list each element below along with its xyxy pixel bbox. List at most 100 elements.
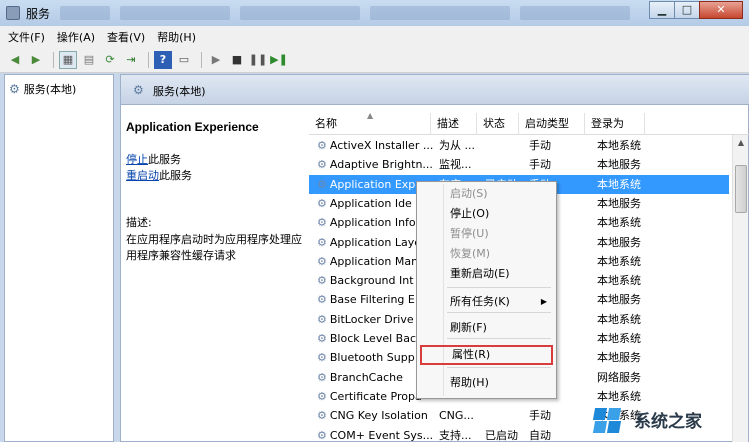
service-name: BranchCache bbox=[329, 370, 403, 384]
service-logon-as: 本地系统 bbox=[597, 274, 641, 288]
service-name-cell: ⚙ Adaptive Brightn... bbox=[317, 155, 437, 174]
service-name: COM+ Event Sys... bbox=[329, 428, 434, 442]
menu-separator bbox=[447, 338, 551, 339]
service-gear-icon: ⚙ bbox=[317, 293, 327, 307]
refresh-icon[interactable]: ⟳ bbox=[101, 51, 119, 69]
context-menu-item[interactable]: 启动(S) bbox=[420, 184, 553, 204]
restart-service-link[interactable]: 重启动 bbox=[126, 169, 159, 182]
context-menu-item[interactable]: 暂停(U) bbox=[420, 224, 553, 244]
menu-view[interactable]: 查看(V) bbox=[107, 29, 145, 45]
service-gear-icon: ⚙ bbox=[317, 409, 327, 423]
back-arrow-icon[interactable]: ◀ bbox=[6, 51, 24, 69]
maximize-button[interactable]: □ bbox=[674, 1, 700, 19]
service-gear-icon: ⚙ bbox=[317, 158, 327, 172]
table-row[interactable]: ⚙ Adaptive Brightn... 监视... 手动 本地服务 bbox=[309, 155, 729, 174]
context-menu-item[interactable]: 帮助(H) bbox=[420, 373, 553, 393]
blurred-taskbar-area bbox=[520, 6, 630, 20]
context-menu-item[interactable]: 属性(R) bbox=[420, 345, 553, 365]
service-name-cell: ⚙ CNG Key Isolation bbox=[317, 406, 437, 425]
menu-separator bbox=[447, 312, 551, 313]
tree-item-services-local[interactable]: ⚙ 服务(本地) bbox=[9, 81, 76, 97]
service-gear-icon: ⚙ bbox=[317, 216, 327, 230]
service-gear-icon: ⚙ bbox=[317, 254, 327, 268]
show-console-tree-icon[interactable]: ▦ bbox=[59, 50, 77, 69]
service-name-cell: ⚙ ActiveX Installer ... bbox=[317, 136, 437, 155]
service-name: Adaptive Brightn... bbox=[329, 158, 433, 172]
console-tree: ⚙ 服务(本地) bbox=[4, 74, 114, 442]
context-menu-item[interactable]: 停止(O) bbox=[420, 204, 553, 224]
start-icon[interactable]: ▶ bbox=[207, 51, 225, 69]
stop-icon[interactable]: ■ bbox=[228, 51, 246, 69]
service-gear-icon: ⚙ bbox=[317, 351, 327, 365]
toolbar-divider bbox=[53, 51, 54, 68]
tree-item-label: 服务(本地) bbox=[23, 83, 77, 96]
menu-bar: 文件(F) 操作(A) 查看(V) 帮助(H) bbox=[0, 26, 749, 47]
forward-arrow-icon[interactable]: ▶ bbox=[27, 51, 45, 69]
pause-icon[interactable]: ❚❚ bbox=[249, 51, 267, 69]
close-button[interactable]: ✕ bbox=[699, 1, 743, 19]
service-name-cell: ⚙ COM+ Event Sys... bbox=[317, 426, 437, 442]
service-gear-icon: ⚙ bbox=[317, 389, 327, 403]
submenu-arrow-icon: ▶ bbox=[540, 297, 547, 306]
context-menu-item-label: 暂停(U) bbox=[450, 227, 489, 240]
context-menu-item[interactable]: 刷新(F) bbox=[420, 318, 553, 338]
stop-service-suffix: 此服务 bbox=[148, 153, 181, 166]
context-menu-item-label: 帮助(H) bbox=[450, 376, 489, 389]
service-startup-type: 自动 bbox=[529, 428, 551, 442]
title-bar: 服务 ▁ □ ✕ bbox=[0, 0, 749, 26]
blurred-taskbar-area bbox=[370, 6, 510, 20]
column-startup-type[interactable]: 启动类型 bbox=[519, 113, 585, 135]
menu-file[interactable]: 文件(F) bbox=[8, 29, 45, 45]
blurred-taskbar-area bbox=[120, 6, 230, 20]
context-menu: 启动(S) 停止(O) 暂停(U) 恢复(M) 重新启动(E) 所有任务(K) ▶ 刷新(F)… bbox=[416, 181, 557, 399]
column-name[interactable]: 名称 bbox=[309, 113, 431, 135]
minimize-button[interactable]: ▁ bbox=[649, 1, 675, 19]
toolbar-divider bbox=[148, 51, 149, 68]
service-name: Bluetooth Supp bbox=[329, 351, 415, 365]
service-logon-as: 本地系统 bbox=[597, 332, 641, 345]
service-description: CNG... bbox=[439, 409, 474, 423]
watermark-logo bbox=[590, 404, 628, 434]
restart-icon[interactable]: ▶❚ bbox=[270, 51, 288, 69]
restart-service-line: 重启动此服务 bbox=[126, 168, 308, 184]
column-description[interactable]: 描述 bbox=[431, 113, 477, 135]
service-description: 为从 ... bbox=[439, 139, 475, 152]
context-menu-item[interactable]: 所有任务(K) ▶ bbox=[420, 292, 553, 312]
column-header-row: ▲ 名称 描述 状态 启动类型 登录为 bbox=[309, 113, 749, 135]
service-name: Block Level Bac bbox=[329, 332, 416, 345]
service-name: Base Filtering E bbox=[329, 293, 415, 307]
gear-icon: ⚙ bbox=[9, 82, 20, 96]
blurred-taskbar-area bbox=[240, 6, 360, 20]
description-line-2: 用程序兼容性缓存请求 bbox=[126, 249, 236, 262]
properties-icon[interactable]: ▤ bbox=[80, 51, 98, 69]
stop-service-link[interactable]: 停止 bbox=[126, 153, 148, 166]
context-menu-item[interactable]: 重新启动(E) bbox=[420, 264, 553, 284]
scroll-up-icon[interactable]: ▲ bbox=[733, 135, 749, 151]
restart-service-suffix: 此服务 bbox=[159, 169, 192, 182]
console-view-icon[interactable]: ▭ bbox=[175, 51, 193, 69]
description-line-1: 在应用程序启动时为应用程序处理应 bbox=[126, 233, 302, 246]
description-text: 在应用程序启动时为应用程序处理应 用程序兼容性缓存请求 bbox=[126, 232, 308, 264]
service-name: Background Int bbox=[329, 274, 414, 288]
service-logon-as: 本地系统 bbox=[597, 254, 641, 268]
context-menu-item-label: 刷新(F) bbox=[450, 321, 487, 334]
service-name: BitLocker Drive bbox=[329, 312, 414, 326]
menu-help[interactable]: 帮助(H) bbox=[157, 29, 196, 45]
column-status[interactable]: 状态 bbox=[477, 113, 519, 135]
column-logon-as[interactable]: 登录为 bbox=[585, 113, 645, 135]
help-icon[interactable]: ? bbox=[154, 50, 172, 69]
service-name: Application Ide bbox=[329, 196, 412, 210]
watermark-text: 系统之家 bbox=[634, 411, 702, 431]
service-logon-as: 本地系统 bbox=[597, 216, 641, 230]
context-menu-item[interactable]: 恢复(M) bbox=[420, 244, 553, 264]
service-name: Certificate Propa bbox=[329, 389, 422, 403]
menu-action[interactable]: 操作(A) bbox=[57, 29, 95, 45]
service-name: Application Man bbox=[329, 254, 419, 268]
service-logon-as: 本地服务 bbox=[597, 351, 641, 365]
scrollbar-thumb[interactable] bbox=[735, 165, 747, 213]
export-list-icon[interactable]: ⇥ bbox=[122, 51, 140, 69]
table-row[interactable]: ⚙ ActiveX Installer ... 为从 ... 手动 本地系统 bbox=[309, 136, 729, 155]
context-menu-item-label: 重新启动(E) bbox=[450, 267, 510, 280]
service-logon-as: 本地服务 bbox=[597, 196, 641, 210]
window-controls: ▁ □ ✕ bbox=[649, 1, 743, 19]
